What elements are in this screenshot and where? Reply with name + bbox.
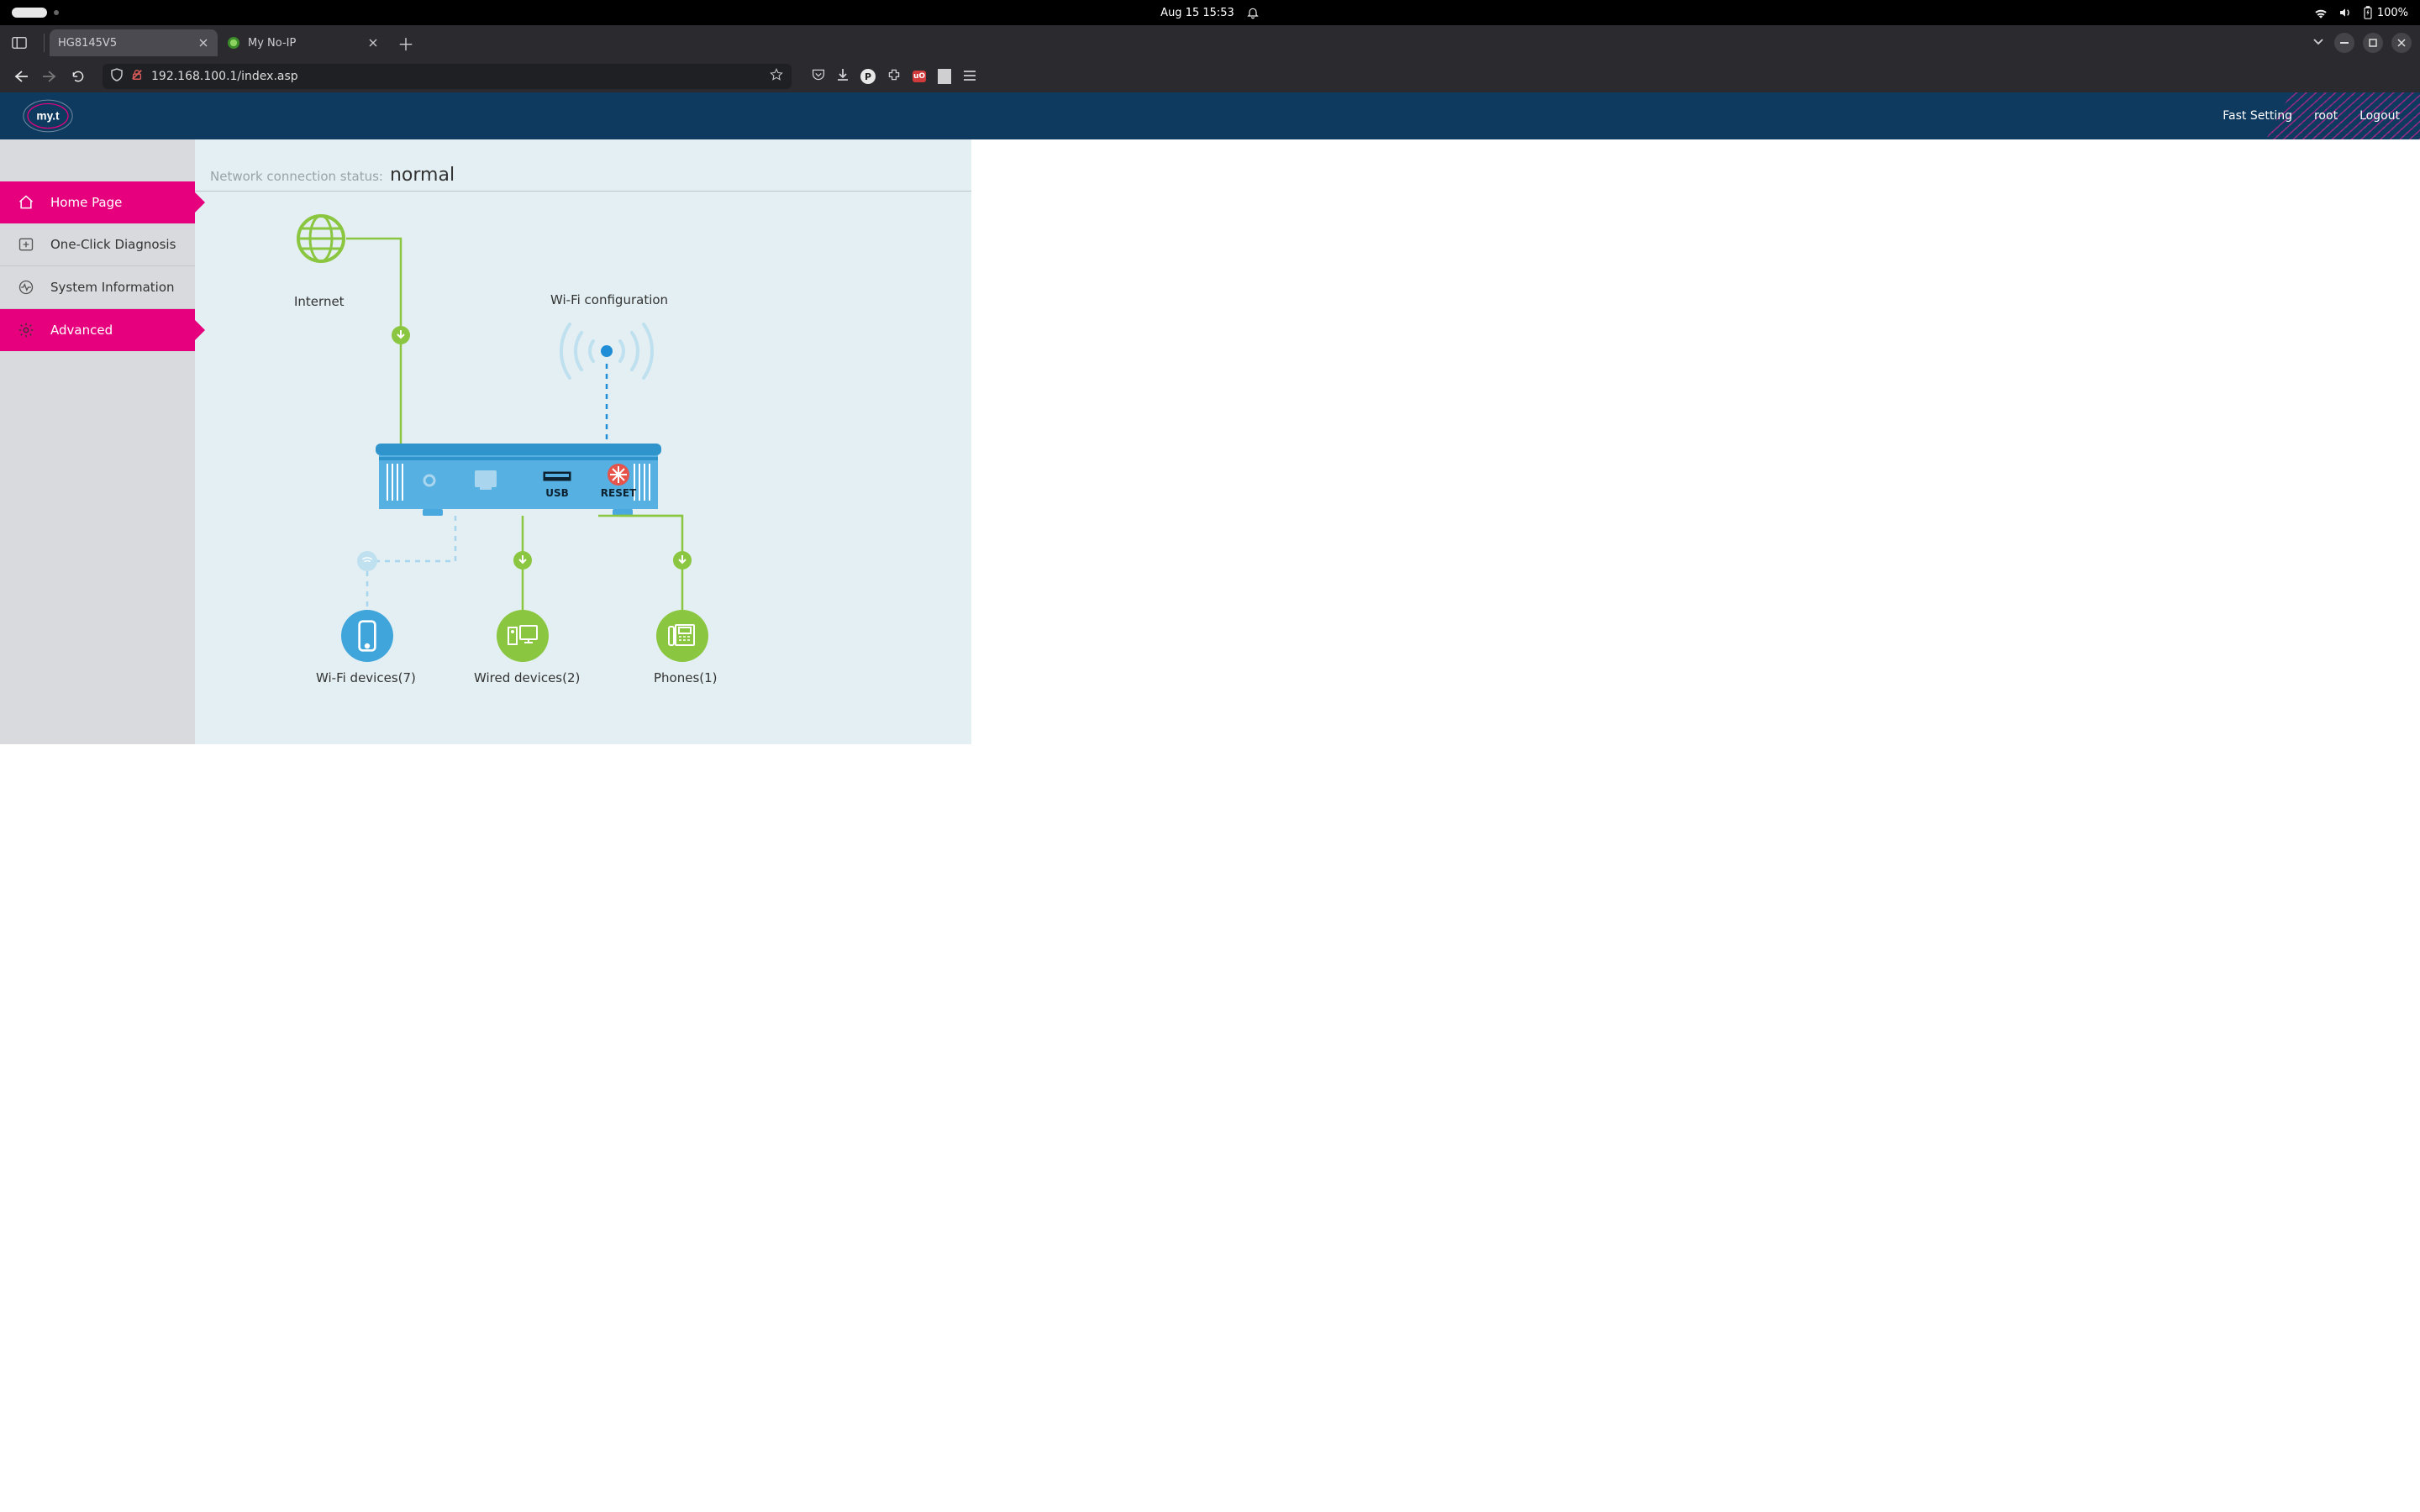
- page-icon[interactable]: [938, 69, 951, 84]
- maximize-button[interactable]: [2363, 33, 2383, 53]
- sidebar: Home Page One-Click Diagnosis System Inf…: [0, 139, 195, 744]
- downloads-icon[interactable]: [837, 68, 849, 85]
- topology-diagram: USB RESET: [195, 200, 971, 704]
- menu-hamburger-icon[interactable]: [963, 69, 976, 85]
- bell-icon[interactable]: [1246, 6, 1260, 19]
- phones-icon[interactable]: [656, 610, 708, 662]
- page-right-gutter: [971, 139, 2420, 744]
- wifi-devices-icon[interactable]: [341, 610, 393, 662]
- tab-hg8145v5[interactable]: HG8145V5: [50, 29, 218, 56]
- sidebar-item-label: Home Page: [50, 195, 122, 210]
- connection-dot-icon: [392, 326, 410, 344]
- internet-label: Internet: [294, 294, 345, 309]
- main-panel: Network connection status: normal: [195, 139, 971, 744]
- sidebar-item-sysinfo[interactable]: System Information: [0, 266, 195, 309]
- reload-button[interactable]: [66, 64, 91, 89]
- account-p-icon[interactable]: P: [860, 69, 876, 84]
- sidebar-item-diagnosis[interactable]: One-Click Diagnosis: [0, 223, 195, 266]
- browser-toolbar: 192.168.100.1/index.asp P uO: [0, 60, 2420, 92]
- home-icon: [17, 193, 35, 212]
- wifi-devices-label[interactable]: Wi-Fi devices(7): [316, 670, 416, 685]
- sidebar-item-home[interactable]: Home Page: [0, 181, 195, 223]
- minimize-button[interactable]: [2334, 33, 2354, 53]
- battery-icon[interactable]: 100%: [2362, 6, 2408, 19]
- tab-favicon-icon: [228, 37, 239, 49]
- status-label: Network connection status:: [210, 169, 383, 184]
- volume-icon[interactable]: [2338, 7, 2352, 18]
- wifi-config-label[interactable]: Wi-Fi configuration: [550, 292, 668, 307]
- svg-text:my.t: my.t: [36, 109, 60, 122]
- sidebar-toggle-icon[interactable]: [7, 32, 32, 54]
- svg-text:RESET: RESET: [601, 487, 637, 499]
- forward-button[interactable]: [37, 64, 62, 89]
- close-icon[interactable]: [367, 37, 379, 49]
- router-page: my.t Fast Setting root Logout Home Page: [0, 92, 2420, 1512]
- url-bar[interactable]: 192.168.100.1/index.asp: [103, 64, 792, 89]
- battery-text: 100%: [2377, 7, 2408, 19]
- link-fast-setting[interactable]: Fast Setting: [2223, 109, 2292, 123]
- ublock-icon[interactable]: uO: [913, 71, 926, 82]
- tab-title: HG8145V5: [58, 37, 189, 50]
- insecure-lock-icon[interactable]: [131, 69, 143, 84]
- connection-dot-icon: [673, 551, 692, 570]
- close-icon[interactable]: [197, 37, 209, 49]
- wifi-mini-icon: [357, 551, 377, 571]
- new-tab-button[interactable]: ＋: [394, 31, 418, 55]
- back-button[interactable]: [8, 64, 34, 89]
- tab-overflow-chevron-icon[interactable]: [2312, 37, 2324, 50]
- page-header: my.t Fast Setting root Logout: [0, 92, 2420, 139]
- tab-my-no-ip[interactable]: My No-IP: [219, 29, 387, 56]
- link-user[interactable]: root: [2314, 109, 2338, 123]
- extensions-icon[interactable]: [887, 68, 901, 85]
- wired-devices-label[interactable]: Wired devices(2): [474, 670, 580, 685]
- sysinfo-icon: [17, 278, 35, 297]
- url-text: 192.168.100.1/index.asp: [151, 70, 761, 83]
- status-value: normal: [390, 165, 455, 186]
- close-window-button[interactable]: [2391, 33, 2412, 53]
- svg-text:USB: USB: [545, 487, 569, 499]
- tab-title: My No-IP: [248, 37, 359, 50]
- brand-logo: my.t: [20, 96, 86, 136]
- clock-label: Aug 15 15:53: [1160, 7, 1234, 19]
- system-topbar: Aug 15 15:53 100%: [0, 0, 2420, 25]
- sidebar-item-label: Advanced: [50, 323, 113, 338]
- wifi-status-icon[interactable]: [2313, 7, 2328, 18]
- link-logout[interactable]: Logout: [2360, 109, 2400, 123]
- shield-icon[interactable]: [111, 68, 123, 85]
- phones-label[interactable]: Phones(1): [654, 670, 718, 685]
- sidebar-item-label: One-Click Diagnosis: [50, 237, 176, 252]
- pocket-icon[interactable]: [812, 68, 825, 85]
- sidebar-item-label: System Information: [50, 280, 175, 295]
- gear-icon: [17, 321, 35, 339]
- bookmark-star-icon[interactable]: [770, 68, 783, 85]
- connection-dot-icon: [513, 551, 532, 570]
- browser-tabstrip: HG8145V5 My No-IP ＋: [0, 25, 2420, 60]
- diagnosis-icon: [17, 235, 35, 254]
- wired-devices-icon[interactable]: [497, 610, 549, 662]
- status-bar: Network connection status: normal: [195, 165, 971, 192]
- sidebar-item-advanced[interactable]: Advanced: [0, 309, 195, 351]
